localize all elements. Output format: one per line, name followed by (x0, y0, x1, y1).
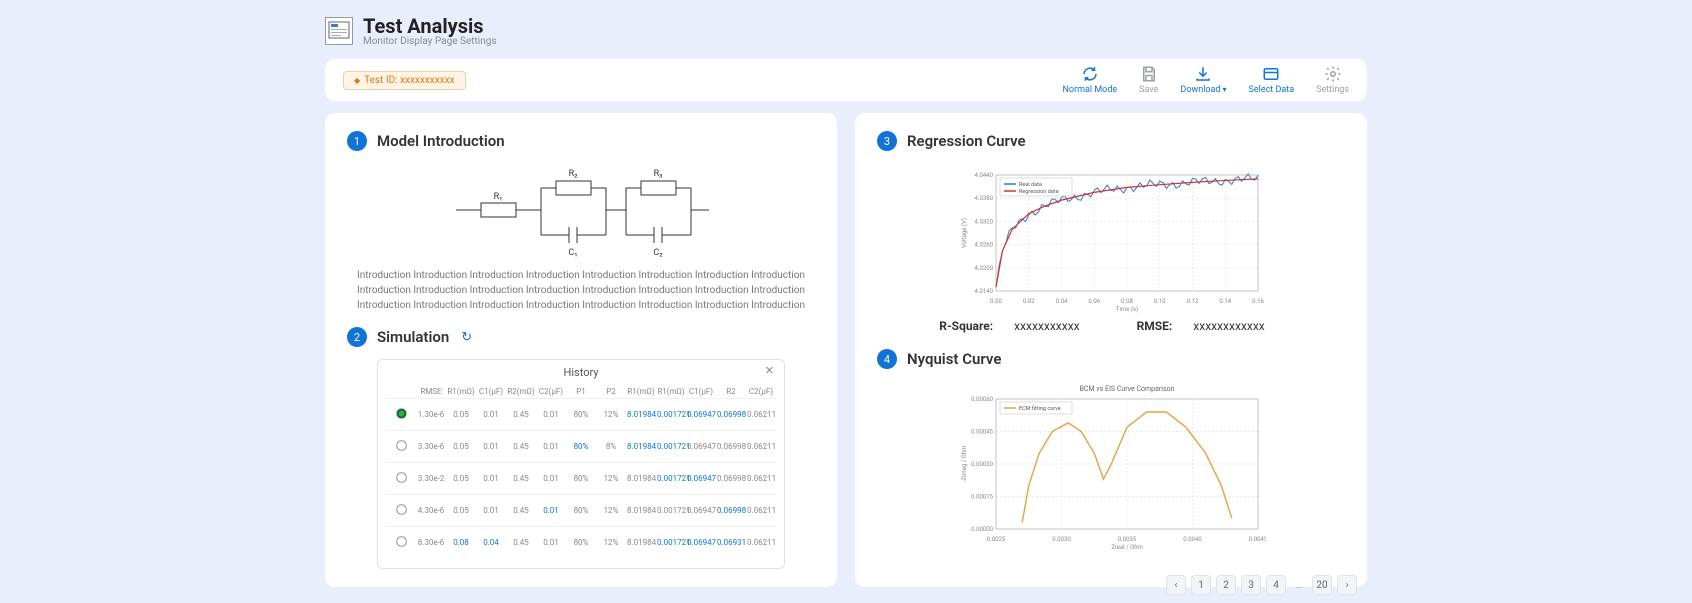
history-row-radio[interactable] (396, 440, 406, 450)
svg-text:ECM fitting curve: ECM fitting curve (1019, 405, 1061, 412)
svg-text:0.04: 0.04 (1056, 298, 1068, 305)
svg-text:C₂: C₂ (653, 248, 662, 258)
download-button[interactable]: Download▾ (1180, 65, 1226, 95)
table-row[interactable]: 8.30e-60.080.040.450.0180%12%8.019840.00… (386, 527, 776, 559)
svg-text:4.0320: 4.0320 (975, 218, 994, 225)
regression-chart: 0.00 0.02 0.04 0.06 0.08 0.10 0.12 0.14 0.16 4.01… (877, 163, 1345, 313)
svg-text:0.06: 0.06 (1088, 298, 1100, 305)
svg-text:0.00: 0.00 (990, 298, 1002, 305)
test-id-badge: Test ID: xxxxxxxxxxx (343, 71, 466, 90)
section-badge-1: 1 (347, 131, 367, 151)
pagination: ‹ 1 2 3 4 … 20 › (1166, 575, 1357, 595)
history-row-radio[interactable] (396, 408, 406, 418)
svg-text:0.00045: 0.00045 (971, 429, 993, 436)
section-badge-4: 4 (877, 349, 897, 369)
section-badge-2: 2 (347, 327, 367, 347)
page-1-button[interactable]: 1 (1191, 575, 1211, 595)
page-prev-button[interactable]: ‹ (1166, 575, 1186, 595)
svg-text:BCM vs EIS Curve Comparison: BCM vs EIS Curve Comparison (1080, 385, 1175, 393)
close-icon[interactable]: ✕ (765, 364, 774, 377)
svg-text:0.0040: 0.0040 (1183, 536, 1202, 543)
toolbar: Test ID: xxxxxxxxxxx Normal Mode Save Do… (325, 59, 1367, 101)
database-icon (1262, 65, 1280, 83)
save-icon (1140, 65, 1158, 83)
section-badge-3: 3 (877, 131, 897, 151)
svg-text:0.14: 0.14 (1219, 298, 1231, 305)
chevron-down-icon: ▾ (1223, 85, 1227, 94)
normal-mode-button[interactable]: Normal Mode (1063, 65, 1118, 95)
section-title-regression: Regression Curve (907, 132, 1026, 150)
page-2-button[interactable]: 2 (1216, 575, 1236, 595)
left-panel: 1 Model Introduction (325, 113, 837, 587)
svg-text:Regression data: Regression data (1019, 189, 1059, 195)
svg-text:4.0380: 4.0380 (975, 195, 994, 202)
svg-text:4.0140: 4.0140 (975, 288, 994, 295)
svg-text:Zreal / Ohm: Zreal / Ohm (1111, 544, 1143, 551)
page-4-button[interactable]: 4 (1266, 575, 1286, 595)
table-row[interactable]: 4.30e-60.050.010.450.0180%12%8.019840.00… (386, 495, 776, 527)
svg-text:0.0025: 0.0025 (987, 536, 1006, 543)
svg-text:0.0030: 0.0030 (1052, 536, 1071, 543)
svg-text:C₁: C₁ (568, 248, 577, 258)
svg-text:0.00015: 0.00015 (971, 494, 993, 501)
svg-text:Voltage (V): Voltage (V) (961, 218, 968, 248)
svg-text:Real data: Real data (1019, 182, 1042, 188)
download-icon (1194, 65, 1212, 83)
history-icon[interactable]: ↻ (461, 330, 472, 345)
history-title: History (564, 366, 599, 379)
page-header: Test Analysis Monitor Display Page Setti… (325, 10, 1367, 55)
page-next-button[interactable]: › (1337, 575, 1357, 595)
svg-text:4.0260: 4.0260 (975, 242, 994, 249)
refresh-icon (1081, 65, 1099, 83)
app-logo-icon (325, 17, 353, 45)
svg-text:0.00000: 0.00000 (971, 526, 993, 533)
svg-text:0.00030: 0.00030 (971, 461, 993, 468)
settings-button[interactable]: Settings (1316, 65, 1349, 95)
page-3-button[interactable]: 3 (1241, 575, 1261, 595)
svg-text:0.0035: 0.0035 (1118, 536, 1137, 543)
right-panel: 3 Regression Curve 0.000.020.040.060.080… (855, 113, 1367, 587)
intro-text: Introduction Introduction Introduction I… (347, 268, 815, 327)
select-data-button[interactable]: Select Data (1249, 65, 1295, 95)
svg-text:R₁: R₁ (494, 192, 503, 202)
circuit-diagram: R₁ R₂ R₃ C₁ C₂ (347, 163, 815, 258)
svg-text:4.0200: 4.0200 (975, 265, 994, 272)
history-row-radio[interactable] (396, 504, 406, 514)
svg-text:R₂: R₂ (569, 169, 578, 179)
page-title: Test Analysis (363, 15, 497, 37)
history-table: RMSER1(mΩ)C1(μF)R2(mΩ)C2(μF)P1P2R1(mΩ)R1… (386, 385, 776, 558)
svg-text:0.12: 0.12 (1187, 298, 1199, 305)
nyquist-chart: BCM vs EIS Curve Comparison 0.0025 0.0030 0… (877, 381, 1345, 551)
section-title-model: Model Introduction (377, 132, 505, 150)
table-row[interactable]: 3.30e-60.050.010.450.0180%8%8.019840.001… (386, 431, 776, 463)
svg-text:-Zimag / Ohm: -Zimag / Ohm (961, 446, 968, 483)
save-button[interactable]: Save (1139, 65, 1158, 95)
svg-text:R₃: R₃ (654, 169, 663, 179)
svg-text:Time (s): Time (s) (1116, 306, 1138, 313)
history-row-radio[interactable] (396, 472, 406, 482)
svg-text:0.16: 0.16 (1252, 298, 1264, 305)
page-last-button[interactable]: 20 (1312, 575, 1332, 595)
svg-text:0.0045: 0.0045 (1249, 536, 1266, 543)
history-row-radio[interactable] (396, 536, 406, 546)
svg-text:0.00060: 0.00060 (971, 396, 993, 403)
history-panel: History ✕ RMSER1(mΩ)C1(μF)R2(mΩ)C2(μF)P1… (377, 359, 785, 569)
svg-text:0.02: 0.02 (1023, 298, 1035, 305)
page-ellipsis: … (1291, 575, 1307, 595)
table-row[interactable]: 3.30e-20.050.010.450.0180%12%8.019840.00… (386, 463, 776, 495)
table-row[interactable]: 1.30e-60.050.010.450.0180%12%8.019840.00… (386, 399, 776, 431)
regression-metrics: R-Square: xxxxxxxxxxx RMSE: xxxxxxxxxxxx (877, 319, 1345, 333)
section-title-simulation: Simulation (377, 328, 449, 346)
svg-text:0.08: 0.08 (1121, 298, 1133, 305)
section-title-nyquist: Nyquist Curve (907, 350, 1001, 368)
svg-text:0.10: 0.10 (1154, 298, 1166, 305)
gear-icon (1324, 65, 1342, 83)
page-subtitle: Monitor Display Page Settings (363, 37, 497, 47)
svg-text:4.0440: 4.0440 (975, 172, 994, 179)
